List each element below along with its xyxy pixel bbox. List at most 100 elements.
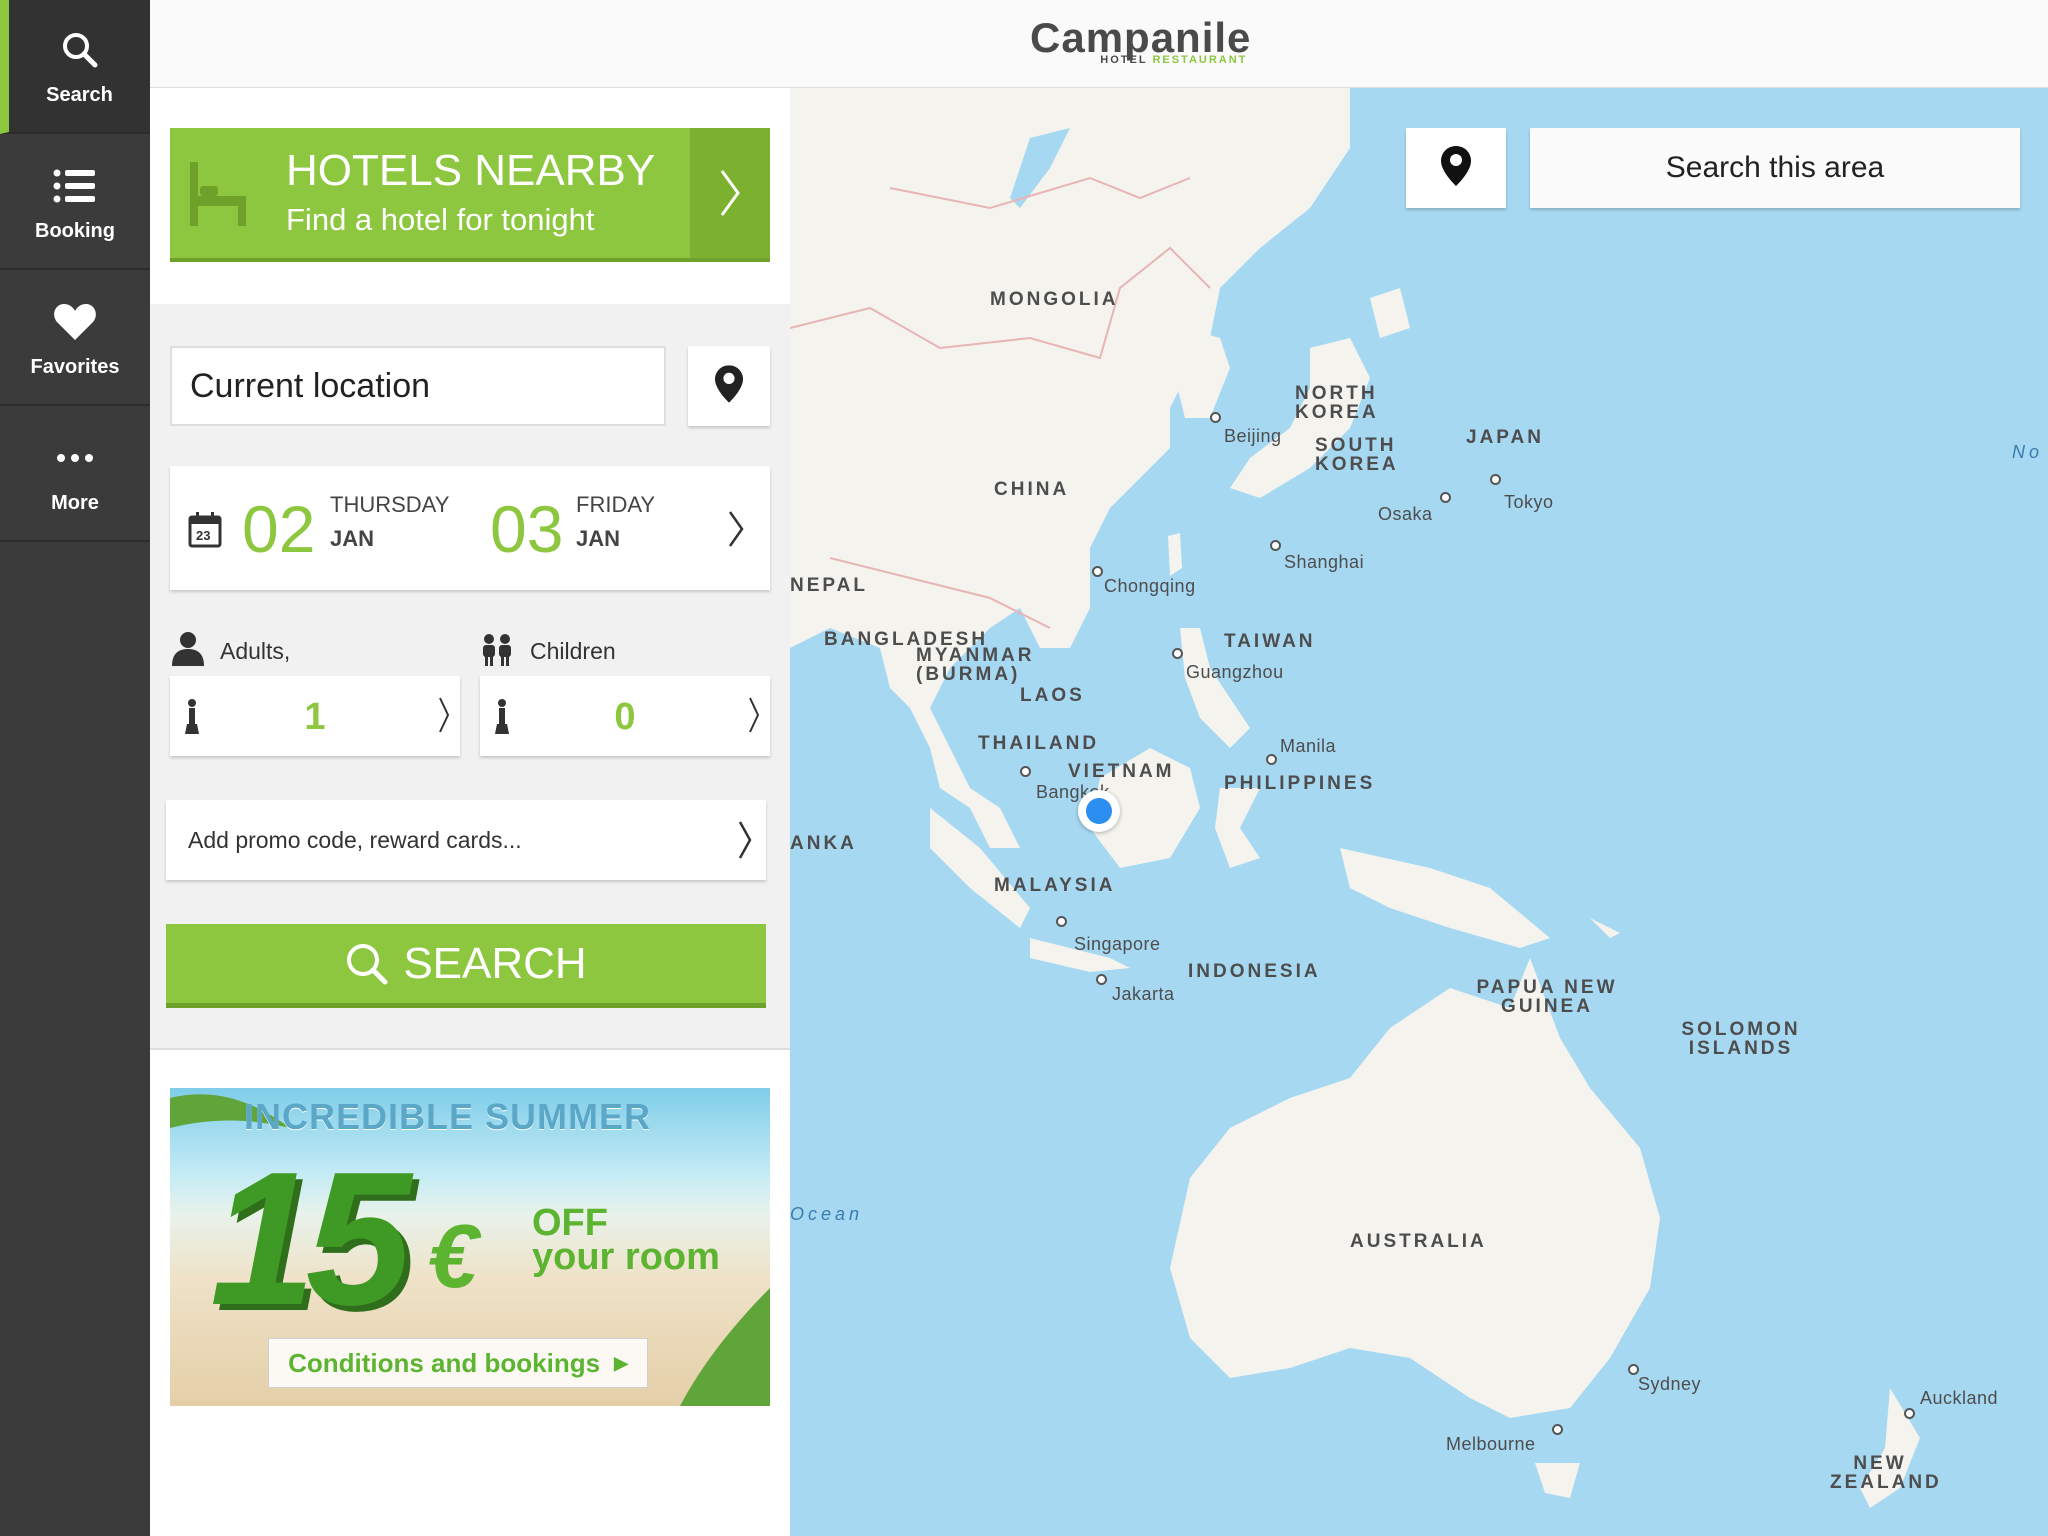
palm-leaf-icon [680, 1288, 770, 1406]
banner-title: INCREDIBLE SUMMER [244, 1096, 652, 1137]
chevron-right-icon [728, 510, 744, 553]
country-label-laos: LAOS [1020, 685, 1085, 706]
list-icon [53, 162, 97, 210]
nav-item-favorites[interactable]: Favorites [0, 272, 150, 406]
city-label-manila: Manila [1280, 736, 1337, 756]
ocean-label: Ocean [790, 1204, 864, 1224]
nav-label-more: More [51, 491, 99, 514]
city-marker [1096, 974, 1107, 985]
city-label-sydney: Sydney [1638, 1374, 1702, 1394]
chevron-right-icon [738, 820, 752, 866]
banner-offer-line2: your room [532, 1236, 720, 1278]
children-selector[interactable]: 0 [480, 676, 770, 756]
map-locate-button[interactable] [1406, 128, 1506, 208]
nav-item-booking[interactable]: Booking [0, 136, 150, 270]
search-button[interactable]: SEARCH [166, 924, 766, 1008]
country-label-nepal: NEPAL [790, 575, 868, 596]
country-label-malaysia: MALAYSIA [994, 875, 1116, 896]
search-icon [345, 942, 389, 986]
app-header: Campanile HOTEL RESTAURANT [150, 0, 2048, 88]
country-label-china: CHINA [994, 479, 1070, 500]
country-label-new-zealand: NEW ZEALAND [1830, 1453, 1942, 1493]
city-label-singapore: Singapore [1074, 934, 1161, 954]
nav-label-search: Search [46, 83, 113, 106]
caret-right-icon: ▶ [614, 1352, 628, 1373]
city-marker [1490, 474, 1501, 485]
checkin-month: JAN [330, 526, 375, 551]
nav-item-search[interactable]: Search [0, 0, 150, 134]
country-label-vietnam: VIETNAM [1068, 761, 1175, 782]
location-field[interactable]: Current location [170, 346, 666, 426]
chevron-right-icon [438, 696, 450, 739]
checkout-weekday: FRIDAY [576, 492, 656, 517]
country-label-indonesia: INDONESIA [1188, 961, 1321, 982]
city-marker [1172, 648, 1183, 659]
city-marker [1020, 766, 1031, 777]
country-label-philippines: PHILIPPINES [1224, 773, 1376, 794]
nav-label-booking: Booking [35, 219, 115, 242]
country-label-taiwan: TAIWAN [1224, 631, 1316, 652]
city-marker [1092, 566, 1103, 577]
city-marker [1056, 916, 1067, 927]
side-nav: Search Booking Favorites More [0, 0, 150, 1536]
city-marker [1440, 492, 1451, 503]
hotels-nearby-button[interactable]: HOTELS NEARBY Find a hotel for tonight [170, 128, 770, 262]
adults-count: 1 [304, 696, 326, 738]
calendar-icon: 23 [188, 512, 222, 553]
city-marker [1270, 540, 1281, 551]
checkout-day: 03 [490, 492, 564, 566]
banner-currency: € [428, 1207, 479, 1307]
use-location-button[interactable] [688, 346, 770, 426]
promo-banner[interactable]: INCREDIBLE SUMMER 15 € OFF your room Con… [170, 1088, 770, 1406]
chevron-right-icon [690, 128, 770, 258]
search-this-area-button[interactable]: Search this area [1530, 128, 2020, 208]
ocean-label-edge: No [2012, 442, 2044, 462]
country-label-south-korea: SOUTH KOREA [1315, 435, 1399, 475]
hotels-nearby-subtitle: Find a hotel for tonight [286, 202, 595, 237]
map-view[interactable]: MONGOLIA CHINA NORTH KOREA SOUTH KOREA J… [790, 88, 2048, 1536]
checkin-day: 02 [242, 492, 316, 566]
city-label-guangzhou: Guangzhou [1186, 662, 1284, 682]
country-label-thailand: THAILAND [978, 733, 1100, 754]
adults-label: Adults, [220, 638, 291, 664]
chevron-right-icon [748, 696, 760, 739]
city-marker [1266, 754, 1277, 765]
search-panel: HOTELS NEARBY Find a hotel for tonight C… [150, 88, 790, 1536]
adults-selector[interactable]: 1 [170, 676, 460, 756]
heart-icon [53, 298, 97, 346]
map-pin-icon [1441, 145, 1471, 191]
checkout-month: JAN [576, 526, 621, 551]
hotels-nearby-title: HOTELS NEARBY [286, 146, 656, 195]
country-label-anka: ANKA [790, 833, 857, 854]
banner-link-label: Conditions and bookings [288, 1347, 601, 1378]
city-label-melbourne: Melbourne [1446, 1434, 1536, 1454]
banner-conditions-link[interactable]: Conditions and bookings ▶ [268, 1338, 648, 1388]
country-label-myanmar: MYANMAR (BURMA) [916, 645, 1035, 685]
campanile-logo: Campanile HOTEL RESTAURANT [1030, 16, 1251, 67]
bed-icon [188, 162, 248, 231]
city-label-shanghai: Shanghai [1284, 552, 1365, 572]
promo-placeholder: Add promo code, reward cards... [188, 826, 522, 853]
children-icon [480, 634, 514, 671]
logo-hotel: HOTEL [1100, 54, 1148, 66]
city-label-chongqing: Chongqing [1104, 576, 1196, 596]
map-pin-icon [715, 364, 743, 409]
nav-item-more[interactable]: More [0, 408, 150, 542]
banner-offer: OFF your room [532, 1202, 720, 1278]
promo-code-field[interactable]: Add promo code, reward cards... [166, 800, 766, 880]
nav-label-favorites: Favorites [30, 355, 120, 378]
map-land [790, 88, 1920, 1508]
city-marker [1210, 412, 1221, 423]
city-marker [1904, 1408, 1915, 1419]
city-label-auckland: Auckland [1920, 1388, 1999, 1408]
logo-restaurant: RESTAURANT [1152, 54, 1248, 66]
city-label-beijing: Beijing [1224, 426, 1282, 446]
children-count: 0 [614, 696, 636, 738]
country-label-japan: JAPAN [1466, 427, 1544, 448]
city-label-osaka: Osaka [1378, 504, 1433, 524]
country-label-solomon-islands: SOLOMON ISLANDS [1681, 1019, 1801, 1059]
banner-offer-line1: OFF [532, 1202, 608, 1244]
search-icon [60, 26, 100, 74]
date-selector[interactable]: 23 02 THURSDAY JAN 03 FRIDAY JAN [170, 466, 770, 590]
calendar-icon-day: 23 [196, 528, 211, 543]
